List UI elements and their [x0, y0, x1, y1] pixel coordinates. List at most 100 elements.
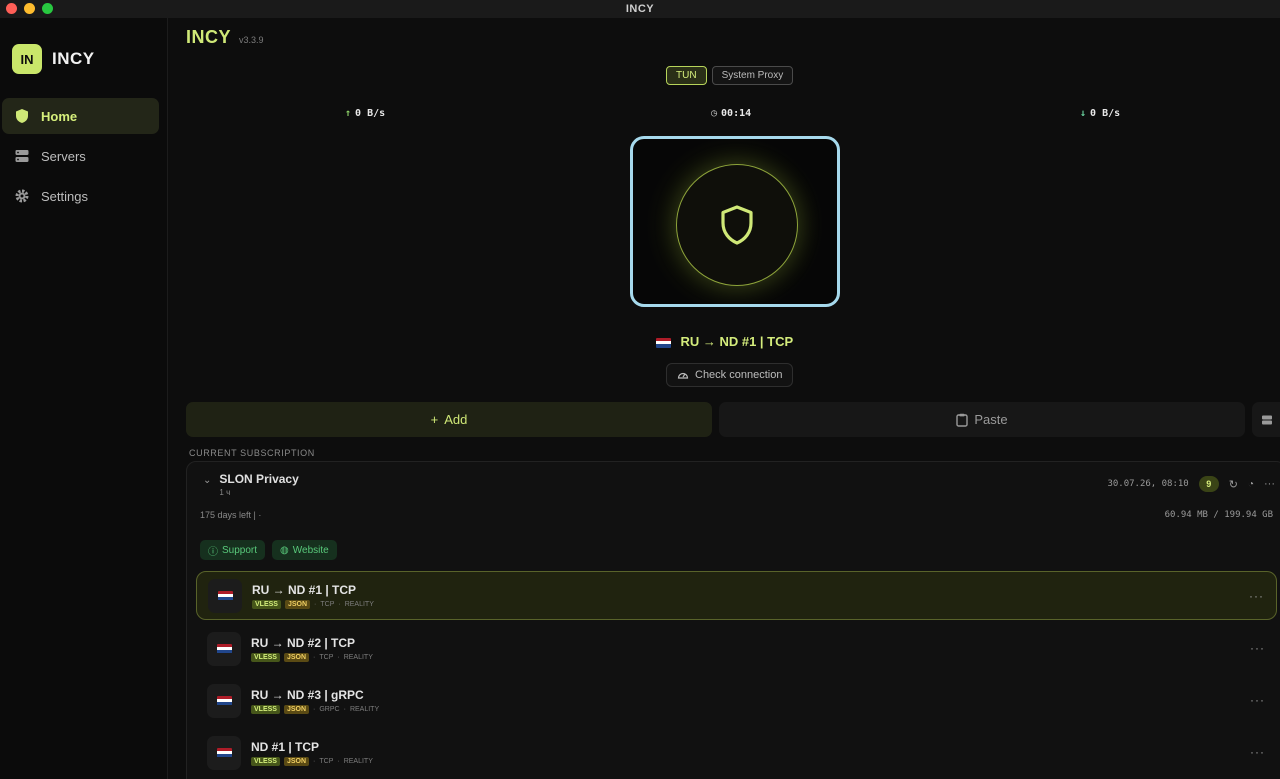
more-icon[interactable]: ··· [1249, 589, 1264, 603]
sidebar: IN INCY Home Servers Settings [0, 18, 168, 779]
server-tags: VLESS JSON · GRPC · REALITY [251, 704, 380, 714]
subscription-links: ⓘ Support ◍ Website [200, 540, 337, 560]
format-tag: JSON [283, 756, 310, 766]
transport-label: GRPC [319, 705, 340, 713]
page-title: INCY v3.3.9 [186, 27, 264, 48]
server-tags: VLESS JSON · TCP · REALITY [251, 652, 373, 662]
protocol-tag: VLESS [251, 704, 280, 714]
chevron-down-icon[interactable]: ⌄ [203, 475, 211, 486]
security-label: REALITY [349, 705, 380, 713]
transport-label: TCP [320, 600, 335, 608]
paste-button[interactable]: Paste [719, 402, 1245, 437]
netherlands-flag-icon [217, 590, 233, 601]
format-tag: JSON [284, 599, 311, 609]
subscription-subtitle: 1 ч [219, 488, 231, 497]
more-icon[interactable]: ··· [1250, 745, 1265, 759]
arrow-up-icon: ↑ [345, 108, 352, 119]
servers-icon [1262, 415, 1272, 424]
server-count-badge: 9 [1198, 476, 1219, 492]
app-version: v3.3.9 [239, 35, 264, 45]
current-server-name: RU → ND #1 | TCP [680, 334, 794, 349]
clipboard-icon [956, 413, 969, 427]
speedometer-icon[interactable]: ◔ [1248, 479, 1254, 490]
session-timer: ◷ 00:14 [711, 108, 751, 119]
app-logo: IN [12, 44, 42, 74]
subscription-header[interactable]: ⌄ SLON Privacy 1 ч [203, 472, 299, 497]
more-icon[interactable]: ··· [1250, 693, 1265, 707]
system-proxy-mode-button[interactable]: System Proxy [711, 66, 794, 85]
netherlands-flag-icon [216, 747, 232, 758]
sidebar-item-settings[interactable]: Settings [2, 178, 159, 214]
subscription-meta: 30.07.26, 08:10 9 ↻ ◔ ··· [1107, 476, 1275, 492]
support-label: Support [222, 544, 258, 556]
download-speed: ↓ 0 B/s [1080, 108, 1120, 119]
current-server: RU → ND #1 | TCP [169, 334, 1280, 349]
main-panel: INCY v3.3.9 TUN System Proxy ↑ 0 B/s ◷ 0… [169, 18, 1280, 779]
server-flag [207, 683, 241, 718]
refresh-icon[interactable]: ↻ [1229, 478, 1238, 491]
sidebar-item-label: Home [41, 108, 78, 124]
sidebar-nav: Home Servers Settings [2, 98, 159, 218]
server-flag [208, 578, 242, 613]
arrow-down-icon: ↓ [1080, 108, 1087, 119]
help-icon: ⓘ [208, 546, 218, 558]
window-title: INCY [625, 3, 655, 15]
download-speed-value: 0 B/s [1090, 108, 1121, 119]
upload-speed-value: 0 B/s [355, 108, 386, 119]
check-connection-label: Check connection [695, 369, 783, 381]
netherlands-flag-icon [216, 695, 232, 706]
mode-toggle: TUN System Proxy [666, 66, 794, 85]
connect-button[interactable] [676, 164, 798, 286]
traffic-usage: 60.94 MB / 199.94 GB [1164, 510, 1273, 520]
app-title: INCY [186, 27, 232, 47]
window-titlebar: INCY [0, 0, 1280, 18]
transport-label: TCP [319, 653, 334, 661]
session-timer-value: 00:14 [721, 108, 752, 119]
server-name: ND #1 | TCP [251, 739, 320, 754]
subscription-name: SLON Privacy [219, 472, 299, 486]
servers-icon [15, 150, 29, 162]
support-link[interactable]: ⓘ Support [200, 540, 266, 560]
sidebar-item-home[interactable]: Home [2, 98, 159, 134]
add-button[interactable]: + Add [186, 402, 712, 437]
protocol-tag: VLESS [251, 652, 280, 662]
server-flag [207, 631, 241, 666]
transport-label: TCP [319, 757, 334, 765]
server-list-button[interactable] [1252, 402, 1280, 437]
netherlands-flag-icon [216, 643, 232, 654]
sidebar-item-label: Servers [41, 148, 86, 164]
globe-icon: ◍ [280, 544, 289, 556]
security-label: REALITY [343, 653, 373, 661]
tun-mode-button[interactable]: TUN [666, 66, 707, 85]
sidebar-item-label: Settings [41, 188, 88, 204]
window-controls [6, 3, 53, 14]
server-name: RU → ND #1 | TCP [252, 582, 357, 597]
server-tags: VLESS JSON · TCP · REALITY [252, 599, 374, 609]
more-icon[interactable]: ··· [1250, 641, 1265, 655]
minimize-window-button[interactable] [24, 3, 35, 14]
protocol-tag: VLESS [252, 599, 281, 609]
gear-icon [15, 189, 29, 203]
shield-icon [16, 109, 28, 123]
upload-speed: ↑ 0 B/s [345, 108, 385, 119]
more-icon[interactable]: ··· [1264, 478, 1275, 490]
sidebar-item-servers[interactable]: Servers [2, 138, 159, 174]
website-label: Website [292, 544, 329, 556]
connect-button-frame [630, 136, 840, 307]
brand: IN INCY [12, 44, 95, 74]
speedometer-icon [677, 372, 689, 379]
maximize-window-button[interactable] [42, 3, 53, 14]
server-row[interactable]: RU → ND #3 | gRPC VLESS JSON · GRPC · RE… [196, 676, 1277, 725]
server-row[interactable]: RU → ND #2 | TCP VLESS JSON · TCP · REAL… [196, 624, 1277, 673]
server-row[interactable]: RU → ND #1 | TCP VLESS JSON · TCP · REAL… [196, 571, 1277, 620]
days-left: 175 days left | · [200, 510, 262, 520]
section-label: CURRENT SUBSCRIPTION [189, 448, 315, 458]
clock-icon: ◷ [711, 108, 718, 119]
close-window-button[interactable] [6, 3, 17, 14]
security-label: REALITY [344, 600, 374, 608]
server-flag [207, 735, 241, 770]
check-connection-button[interactable]: Check connection [666, 363, 794, 387]
server-row[interactable]: ND #1 | TCP VLESS JSON · TCP · REALITY ·… [196, 728, 1277, 777]
format-tag: JSON [283, 652, 310, 662]
website-link[interactable]: ◍ Website [272, 540, 337, 560]
